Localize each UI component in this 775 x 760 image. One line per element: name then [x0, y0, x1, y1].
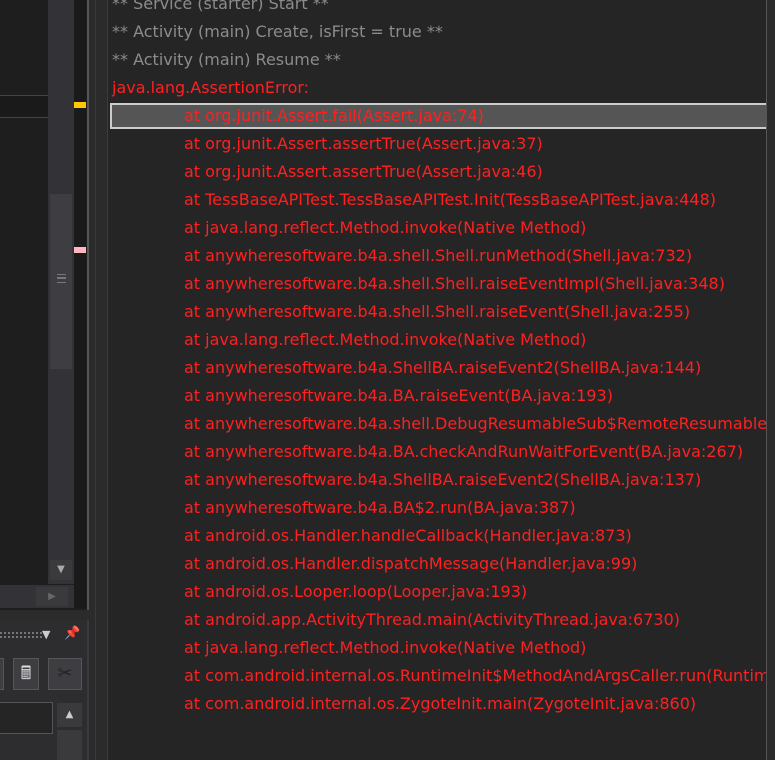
stack-trace-line[interactable]: at android.os.Looper.loop(Looper.java:19…: [112, 581, 527, 603]
stack-trace-line[interactable]: at anywheresoftware.b4a.BA.raiseEvent(BA…: [112, 385, 613, 407]
log-line-info[interactable]: ** Service (starter) Start **: [112, 0, 329, 15]
splitter[interactable]: [95, 0, 96, 760]
log-line-info[interactable]: ** Activity (main) Create, isFirst = tru…: [112, 21, 443, 43]
marker-strip: [74, 0, 86, 608]
stack-trace-line[interactable]: at org.junit.Assert.assertTrue(Assert.ja…: [112, 161, 543, 183]
scroll-down-button[interactable]: ▼: [50, 560, 72, 580]
toolbar-button[interactable]: [0, 658, 4, 690]
stack-trace-line[interactable]: at java.lang.reflect.Method.invoke(Nativ…: [112, 329, 586, 351]
stack-trace-line[interactable]: at anywheresoftware.b4a.shell.DebugResum…: [112, 413, 766, 435]
stack-trace-line[interactable]: at anywheresoftware.b4a.shell.Shell.rais…: [112, 273, 725, 295]
scroll-right-button[interactable]: ▶: [36, 587, 68, 606]
vertical-scrollbar[interactable]: ▼: [48, 0, 74, 584]
stack-trace-line[interactable]: at com.android.internal.os.RuntimeInit$M…: [112, 665, 766, 687]
dropdown-icon[interactable]: ▼: [42, 628, 50, 641]
stack-trace-line[interactable]: at android.app.ActivityThread.main(Activ…: [112, 609, 680, 631]
stack-trace-line[interactable]: at TessBaseAPITest.TessBaseAPITest.Init(…: [112, 189, 716, 211]
pin-icon[interactable]: 📌: [64, 626, 80, 641]
stack-trace-line[interactable]: at java.lang.reflect.Method.invoke(Nativ…: [112, 217, 586, 239]
stack-trace-line[interactable]: at anywheresoftware.b4a.BA$2.run(BA.java…: [112, 497, 576, 519]
stack-trace-line[interactable]: at anywheresoftware.b4a.ShellBA.raiseEve…: [112, 357, 701, 379]
stack-trace-line[interactable]: at android.os.Handler.dispatchMessage(Ha…: [112, 553, 637, 575]
calculator-button[interactable]: 🖩: [13, 658, 39, 690]
lower-panel: ▼ 📌 🖩 ✂ ▲: [0, 620, 89, 760]
stack-trace-line[interactable]: at android.os.Handler.handleCallback(Han…: [112, 525, 632, 547]
grip-icon: [57, 274, 66, 283]
stack-trace-line[interactable]: at anywheresoftware.b4a.ShellBA.raiseEve…: [112, 469, 701, 491]
tools-button[interactable]: ✂: [48, 658, 82, 690]
warning-marker[interactable]: [74, 102, 86, 108]
scroll-thumb[interactable]: [50, 194, 72, 369]
scroll-thumb[interactable]: [57, 730, 82, 760]
stack-trace-line[interactable]: at com.android.internal.os.ZygoteInit.ma…: [112, 693, 696, 715]
horizontal-scrollbar[interactable]: ▶: [0, 585, 74, 608]
log-line-info[interactable]: ** Activity (main) Resume **: [112, 49, 341, 71]
stack-trace-line[interactable]: at anywheresoftware.b4a.BA.checkAndRunWa…: [112, 441, 743, 463]
drag-grip-icon[interactable]: [0, 632, 42, 638]
stack-trace-line[interactable]: at java.lang.reflect.Method.invoke(Nativ…: [112, 637, 586, 659]
log-line-error[interactable]: java.lang.AssertionError:: [112, 77, 309, 99]
stack-trace-line[interactable]: at anywheresoftware.b4a.shell.Shell.runM…: [112, 245, 692, 267]
list-box[interactable]: [0, 702, 53, 734]
stack-trace-line[interactable]: at org.junit.Assert.assertTrue(Assert.ja…: [112, 133, 543, 155]
stack-trace-line[interactable]: at anywheresoftware.b4a.shell.Shell.rais…: [112, 301, 690, 323]
error-marker[interactable]: [74, 247, 86, 253]
left-pane: ▼ ▶: [0, 0, 89, 610]
log-line-selected[interactable]: at org.junit.Assert.fail(Assert.java:74): [110, 103, 766, 129]
calculator-icon: 🖩: [20, 663, 32, 684]
tools-icon: ✂: [57, 663, 73, 684]
log-panel[interactable]: ** Service (starter) Start ** ** Activity…: [107, 0, 767, 760]
scroll-up-button[interactable]: ▲: [57, 703, 82, 727]
